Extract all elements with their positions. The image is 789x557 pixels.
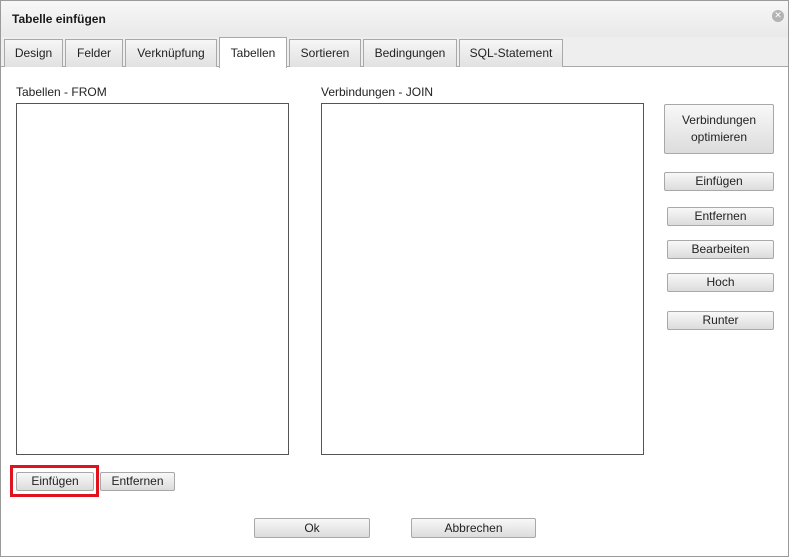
ok-button[interactable]: Ok	[254, 518, 370, 538]
tab-bedingungen[interactable]: Bedingungen	[363, 39, 457, 67]
tab-sortieren[interactable]: Sortieren	[289, 39, 361, 67]
tab-felder[interactable]: Felder	[65, 39, 123, 67]
tab-sql-statement[interactable]: SQL-Statement	[459, 39, 563, 67]
join-list-label: Verbindungen - JOIN	[321, 85, 434, 99]
tab-verknuepfung[interactable]: Verknüpfung	[125, 39, 217, 67]
tab-strip: Design Felder Verknüpfung Tabellen Sorti…	[1, 37, 788, 68]
tab-design[interactable]: Design	[4, 39, 63, 67]
from-list-label: Tabellen - FROM	[16, 85, 107, 99]
tab-tabellen[interactable]: Tabellen	[219, 37, 287, 68]
cancel-button[interactable]: Abbrechen	[411, 518, 536, 538]
join-up-button[interactable]: Hoch	[667, 273, 774, 292]
dialog-window: Tabelle einfügen ✕ Design Felder Verknüp…	[0, 0, 789, 557]
from-remove-button[interactable]: Entfernen	[100, 472, 175, 491]
title-bar: Tabelle einfügen ✕	[1, 1, 788, 37]
from-table-list[interactable]	[16, 103, 289, 455]
optimize-joins-label-line1: Verbindungen	[681, 113, 757, 127]
optimize-joins-button[interactable]: Verbindungen optimieren	[664, 104, 774, 154]
join-list[interactable]	[321, 103, 644, 455]
close-icon[interactable]: ✕	[772, 10, 784, 22]
join-remove-button[interactable]: Entfernen	[667, 207, 774, 226]
from-add-button[interactable]: Einfügen	[16, 472, 94, 491]
optimize-joins-label-line2: optimieren	[690, 130, 748, 144]
join-edit-button[interactable]: Bearbeiten	[667, 240, 774, 259]
join-add-button[interactable]: Einfügen	[664, 172, 774, 191]
dialog-title: Tabelle einfügen	[12, 12, 106, 26]
tab-content: Tabellen - FROM Verbindungen - JOIN Verb…	[1, 68, 788, 556]
join-down-button[interactable]: Runter	[667, 311, 774, 330]
